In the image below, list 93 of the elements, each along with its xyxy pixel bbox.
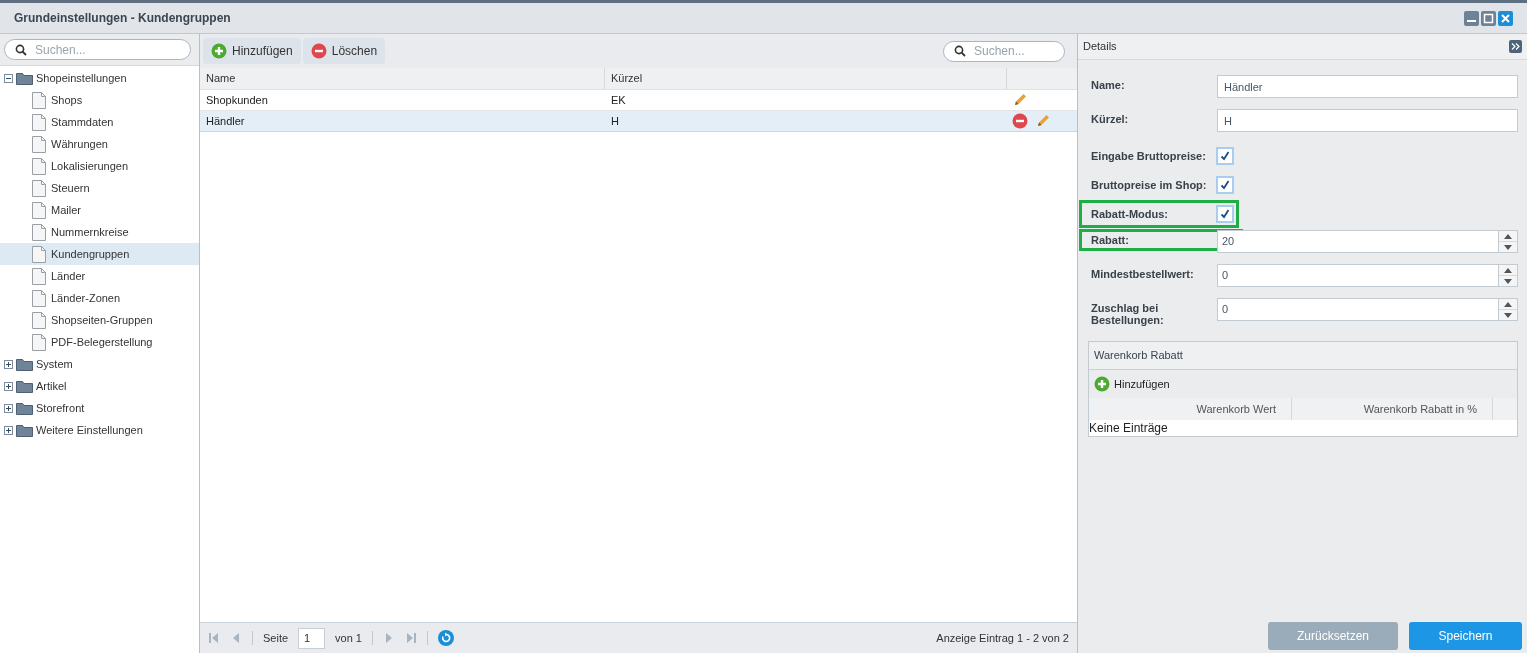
search-input[interactable]: Suchen... — [974, 42, 1054, 60]
section-title: Warenkorb Rabatt — [1094, 348, 1183, 364]
column-header[interactable]: Kürzel — [605, 68, 1007, 89]
tree-item[interactable]: Währungen — [51, 135, 108, 153]
pencil-icon[interactable] — [1035, 113, 1051, 129]
close-icon[interactable] — [1498, 10, 1513, 26]
checkbox[interactable] — [1216, 176, 1234, 194]
tree-item[interactable]: Lokalisierungen — [51, 157, 129, 175]
tree-item[interactable]: Stammdaten — [51, 113, 114, 131]
panel-title: Details — [1083, 39, 1117, 55]
delete-button[interactable]: Löschen — [302, 38, 386, 64]
document-icon — [32, 245, 46, 263]
search-icon — [15, 43, 27, 56]
tree-item[interactable]: Nummernkreise — [51, 223, 129, 241]
collapse-icon[interactable] — [3, 73, 13, 83]
number-field[interactable]: 0 — [1217, 298, 1499, 321]
expand-icon[interactable] — [3, 359, 13, 369]
plus-icon — [1094, 376, 1110, 392]
spinner-buttons[interactable] — [1499, 264, 1518, 287]
table-cell-text: H — [610, 113, 620, 129]
tree-item[interactable]: Steuern — [51, 179, 90, 197]
tree-item[interactable]: Artikel — [36, 377, 67, 395]
expand-icon[interactable] — [3, 403, 13, 413]
tree-item[interactable]: PDF-Belegerstellung — [51, 333, 153, 351]
field-label: Bruttopreise im Shop: — [1091, 179, 1208, 191]
search-field[interactable]: Suchen... — [4, 39, 191, 60]
field-label: Zuschlag bei Bestellungen: — [1091, 302, 1165, 326]
minimize-icon[interactable] — [1464, 10, 1479, 26]
table-cell-text: Shopkunden — [205, 92, 269, 108]
field-label: Kürzel: — [1091, 113, 1130, 125]
pencil-icon[interactable] — [1012, 92, 1028, 108]
expand-icon[interactable] — [3, 381, 13, 391]
spinner-buttons[interactable] — [1499, 298, 1518, 321]
page-field[interactable]: 1 — [298, 627, 326, 649]
search-field[interactable]: Suchen... — [943, 40, 1065, 62]
window-title: Grundeinstellungen - Kundengruppen — [14, 10, 231, 27]
refresh-icon[interactable] — [438, 630, 454, 646]
field-label: Mindestbestellwert: — [1091, 268, 1195, 280]
folder-icon — [16, 423, 33, 437]
minus-icon — [310, 43, 327, 59]
number-field[interactable]: 20 — [1217, 230, 1499, 253]
spinner-buttons[interactable] — [1499, 230, 1518, 253]
folder-icon — [16, 357, 33, 371]
paging-summary: Anzeige Eintrag 1 - 2 von 2 — [936, 630, 1069, 646]
collapse-panel-icon[interactable] — [1509, 40, 1522, 53]
tree-item[interactable]: Länder — [51, 267, 86, 285]
checkmark-icon — [1220, 151, 1230, 161]
checkbox[interactable] — [1216, 147, 1234, 165]
field-label: Rabatt-Modus: — [1091, 208, 1169, 220]
tree-item[interactable]: Storefront — [36, 399, 85, 417]
text-field[interactable]: Händler — [1217, 75, 1518, 98]
plus-icon — [211, 43, 227, 59]
add-button[interactable]: Hinzufügen — [203, 38, 301, 64]
page-count: von 1 — [335, 630, 362, 646]
field-label: Eingabe Bruttopreise: — [1091, 150, 1207, 162]
page-label: Seite — [263, 630, 289, 646]
document-icon — [32, 157, 46, 175]
tree-item[interactable]: Mailer — [51, 201, 81, 219]
document-icon — [32, 311, 46, 329]
checkmark-icon — [1220, 180, 1230, 190]
folder-icon — [16, 401, 33, 415]
tree-item[interactable]: System — [36, 355, 73, 373]
document-icon — [32, 267, 46, 285]
tree-item[interactable]: Länder-Zonen — [51, 289, 121, 307]
folder-icon — [16, 71, 33, 85]
document-icon — [32, 91, 46, 109]
document-icon — [32, 179, 46, 197]
tree-item[interactable]: Weitere Einstellungen — [36, 421, 143, 439]
document-icon — [32, 333, 46, 351]
table-cell-text: Händler — [205, 113, 246, 129]
search-icon — [954, 45, 966, 57]
document-icon — [32, 201, 46, 219]
document-icon — [32, 113, 46, 131]
add-button[interactable]: Hinzufügen — [1089, 370, 1175, 398]
column-header[interactable]: Name — [200, 68, 605, 89]
number-field[interactable]: 0 — [1217, 264, 1499, 287]
tree-item[interactable]: Shopseiten-Gruppen — [51, 311, 153, 329]
checkmark-icon — [1220, 209, 1230, 219]
document-icon — [32, 223, 46, 241]
document-icon — [32, 289, 46, 307]
document-icon — [32, 135, 46, 153]
delete-icon — [1012, 113, 1028, 129]
tree-item[interactable]: Shopeinstellungen — [36, 69, 127, 87]
folder-icon — [16, 379, 33, 393]
empty-message: Keine Einträge — [1089, 420, 1168, 437]
table-cell-text: EK — [610, 92, 627, 108]
text-field[interactable]: H — [1217, 109, 1518, 132]
field-label: Rabatt: — [1091, 234, 1130, 246]
tree-item[interactable]: Shops — [51, 91, 83, 109]
checkbox[interactable] — [1216, 205, 1234, 223]
field-label: Name: — [1091, 79, 1126, 91]
maximize-icon[interactable] — [1481, 10, 1496, 26]
expand-icon[interactable] — [3, 425, 13, 435]
